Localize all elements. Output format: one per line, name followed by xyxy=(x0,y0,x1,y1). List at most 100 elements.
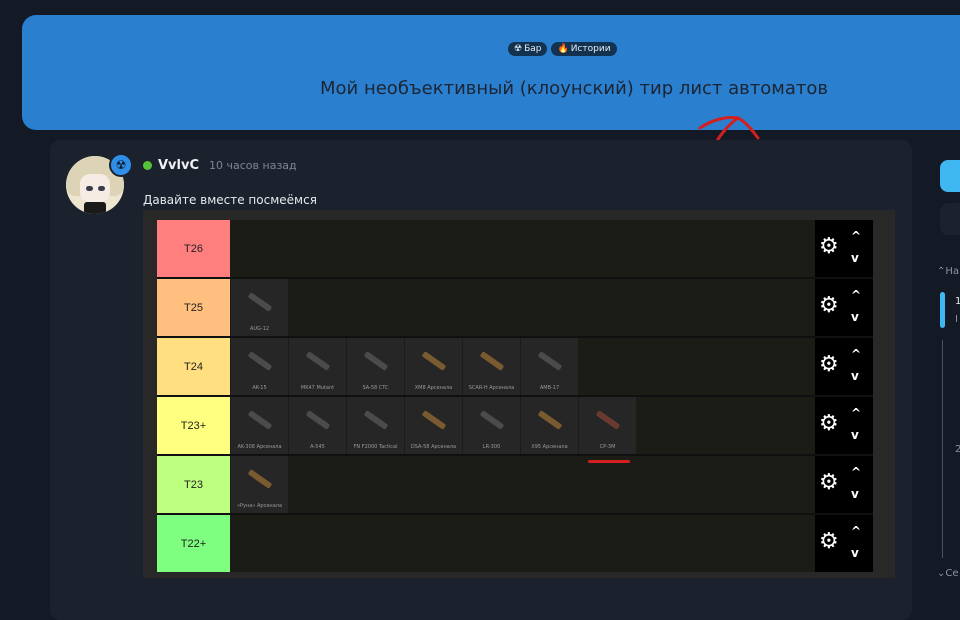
tier-label[interactable]: T26 xyxy=(157,220,230,277)
gear-icon[interactable]: ⚙ xyxy=(819,295,839,317)
chevron-down-icon[interactable]: v xyxy=(851,428,859,442)
rifle-icon xyxy=(479,351,505,371)
sidebar-primary-button[interactable] xyxy=(940,160,960,192)
tier-item[interactable]: AK-308 Арсенала xyxy=(231,397,289,454)
rifle-icon xyxy=(247,469,273,489)
online-status-icon xyxy=(143,161,152,170)
chevron-up-icon[interactable]: ^ xyxy=(851,229,861,243)
tier-item[interactable]: SCAR-H Арсенала xyxy=(463,338,521,395)
tier-item[interactable]: «Руна» Арсенала xyxy=(231,456,289,513)
fire-icon: 🔥 xyxy=(557,44,569,54)
rifle-icon xyxy=(247,410,273,430)
gear-icon[interactable]: ⚙ xyxy=(819,531,839,553)
gear-icon[interactable]: ⚙ xyxy=(819,472,839,494)
rifle-icon xyxy=(305,410,331,430)
tier-label[interactable]: T24 xyxy=(157,338,230,395)
sidebar-label-bottom[interactable]: ⌄Се xyxy=(937,568,959,579)
tier-items: AK-15 MK47 Mutant SA-58 CTC XM8 Арсенала SCA… xyxy=(231,338,579,395)
tier-item[interactable]: SA-58 CTC xyxy=(347,338,405,395)
tier-item-name: SCAR-H Арсенала xyxy=(468,385,515,391)
tier-row: T24 AK-15 MK47 Mutant SA-58 CTC XM8 Арсенала… xyxy=(157,338,873,395)
rifle-icon xyxy=(247,351,273,371)
chevron-up-icon[interactable]: ^ xyxy=(851,406,861,420)
tier-item[interactable]: AMB-17 xyxy=(521,338,579,395)
tier-item[interactable]: FN F2000 Tactical xyxy=(347,397,405,454)
gear-icon[interactable]: ⚙ xyxy=(819,413,839,435)
tier-row: T26 ⚙ ^ v xyxy=(157,220,873,277)
tier-label[interactable]: T23+ xyxy=(157,397,230,454)
tier-controls: ⚙ ^ v xyxy=(815,515,873,572)
tier-items: «Руна» Арсенала xyxy=(231,456,289,513)
chevron-down-icon[interactable]: v xyxy=(851,310,859,324)
tier-item[interactable]: DSA-58 Арсенала xyxy=(405,397,463,454)
sidebar-secondary-button[interactable] xyxy=(940,203,960,235)
tier-label[interactable]: T25 xyxy=(157,279,230,336)
timeline-label: 2 xyxy=(955,444,960,455)
timeline-active-bar xyxy=(940,292,945,328)
chevron-up-icon[interactable]: ^ xyxy=(851,288,861,302)
tier-controls: ⚙ ^ v xyxy=(815,220,873,277)
tier-item[interactable]: СР-3М xyxy=(579,397,637,454)
timeline-label: I xyxy=(955,314,958,325)
tag-label: Бар xyxy=(524,44,542,54)
chevron-up-icon[interactable]: ^ xyxy=(851,347,861,361)
tier-item-name: X95 Арсенала xyxy=(531,444,568,450)
annotation-underline xyxy=(588,460,630,463)
tier-item-name: A-545 xyxy=(310,444,325,450)
tier-item-name: AMB-17 xyxy=(539,385,560,391)
chevron-up-icon[interactable]: ^ xyxy=(851,524,861,538)
tier-controls: ⚙ ^ v xyxy=(815,456,873,513)
tier-label[interactable]: T22+ xyxy=(157,515,230,572)
tier-item-name: FN F2000 Tactical xyxy=(353,444,398,450)
tier-item-name: SA-58 CTC xyxy=(362,385,389,391)
tag-stories[interactable]: 🔥 Истории xyxy=(551,42,617,56)
tier-item[interactable]: MK47 Mutant xyxy=(289,338,347,395)
tier-controls: ⚙ ^ v xyxy=(815,279,873,336)
rifle-icon xyxy=(421,351,447,371)
gear-icon[interactable]: ⚙ xyxy=(819,236,839,258)
tier-item[interactable]: AK-15 xyxy=(231,338,289,395)
chevron-down-icon[interactable]: v xyxy=(851,546,859,560)
gear-icon[interactable]: ⚙ xyxy=(819,354,839,376)
tag-bar[interactable]: ☢ Бар xyxy=(508,42,548,56)
rifle-icon xyxy=(537,351,563,371)
tier-item[interactable]: AUG-12 xyxy=(231,279,289,336)
tier-controls: ⚙ ^ v xyxy=(815,397,873,454)
header-banner: ☢ Бар 🔥 Истории Мой необъективный (клоун… xyxy=(22,15,960,130)
tier-row: T23+ AK-308 Арсенала A-545 FN F2000 Tactica… xyxy=(157,397,873,454)
post-text: Давайте вместе посмеёмся xyxy=(143,193,317,207)
tier-item-name: XM8 Арсенала xyxy=(414,385,453,391)
tier-item-name: AUG-12 xyxy=(249,326,270,332)
rifle-icon xyxy=(363,410,389,430)
tier-list: T26 ⚙ ^ v T25 AUG-12 ⚙ ^ v T24 AK-15 MK47 Mutant SA-… xyxy=(157,220,873,572)
chevron-down-icon[interactable]: v xyxy=(851,487,859,501)
rifle-icon xyxy=(537,410,563,430)
chevron-down-icon[interactable]: v xyxy=(851,369,859,383)
tier-item-name: AK-15 xyxy=(252,385,267,391)
rifle-icon xyxy=(421,410,447,430)
username[interactable]: VvlvC xyxy=(158,158,199,173)
tier-item[interactable]: LR-300 xyxy=(463,397,521,454)
rifle-icon xyxy=(479,410,505,430)
tier-item[interactable]: X95 Арсенала xyxy=(521,397,579,454)
chevron-up-icon[interactable]: ^ xyxy=(851,465,861,479)
tag-list: ☢ Бар 🔥 Истории xyxy=(508,42,617,56)
tier-label[interactable]: T23 xyxy=(157,456,230,513)
chevron-down-icon[interactable]: v xyxy=(851,251,859,265)
tier-item-name: DSA-58 Арсенала xyxy=(410,444,457,450)
tier-item-name: MK47 Mutant xyxy=(300,385,335,391)
tier-item[interactable]: XM8 Арсенала xyxy=(405,338,463,395)
tag-label: Истории xyxy=(570,44,611,54)
radiation-icon: ☢ xyxy=(109,153,133,177)
author-row: VvlvC 10 часов назад xyxy=(143,158,297,173)
timeline-track[interactable] xyxy=(942,340,943,558)
tier-item[interactable]: A-545 xyxy=(289,397,347,454)
tier-controls: ⚙ ^ v xyxy=(815,338,873,395)
rifle-icon xyxy=(595,410,621,430)
post-time: 10 часов назад xyxy=(209,159,297,172)
tier-row: T22+ ⚙ ^ v xyxy=(157,515,873,572)
tier-row: T23 «Руна» Арсенала ⚙ ^ v xyxy=(157,456,873,513)
page-title: Мой необъективный (клоунский) тир лист а… xyxy=(320,78,829,99)
tier-row: T25 AUG-12 ⚙ ^ v xyxy=(157,279,873,336)
sidebar-label-top[interactable]: ⌃На xyxy=(937,266,959,277)
